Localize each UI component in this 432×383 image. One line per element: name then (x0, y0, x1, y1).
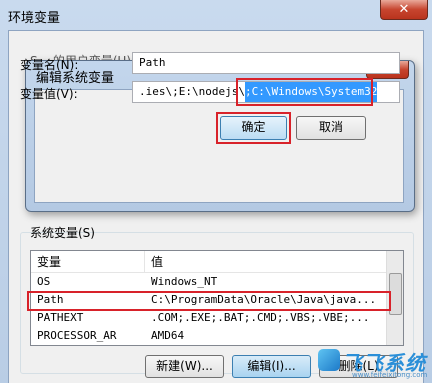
cancel-button[interactable]: 取消 (296, 116, 366, 140)
variable-value-label: 变量值(V): (20, 87, 78, 101)
row-variable-name: PATHEXT (37, 311, 84, 324)
column-header-variable[interactable]: 变量 (31, 251, 145, 273)
window-close-button[interactable]: ✕ (380, 0, 428, 20)
watermark-logo-icon (318, 349, 340, 371)
row-variable-name: OS (37, 275, 51, 288)
row-variable-value: Windows_NT (151, 275, 218, 288)
table-row[interactable]: PROCESSOR_AR AMD64 (31, 327, 388, 345)
edit-variable-button[interactable]: 编辑(I)... (232, 355, 311, 378)
new-variable-button[interactable]: 新建(W)... (145, 355, 224, 378)
value-text: .ies\;E:\nodejs\ (139, 85, 245, 98)
ok-highlight-box (216, 112, 291, 144)
selection-highlight-box (236, 78, 373, 106)
row-variable-value: AMD64 (151, 329, 185, 342)
row-variable-value: .COM;.EXE;.BAT;.CMD;.VBS;.VBE;... (151, 311, 370, 324)
row-variable-name: PROCESSOR_AR (37, 329, 117, 342)
watermark: 飞飞系统 www.feifeixitong.com (318, 347, 428, 381)
window-title: 环境变量 (8, 11, 61, 26)
column-header-value[interactable]: 值 (145, 251, 390, 273)
system-variables-label: 系统变量(S) (30, 226, 95, 240)
table-row[interactable]: PATHEXT .COM;.EXE;.BAT;.CMD;.VBS;.VBE;..… (31, 309, 388, 327)
variable-name-input[interactable]: Path (132, 52, 400, 74)
dialog-client-area (34, 89, 404, 203)
window-titlebar[interactable]: 环境变量 ✕ (0, 0, 432, 30)
close-icon: ✕ (398, 2, 410, 17)
path-row-highlight-box (27, 291, 391, 311)
watermark-url: www.feifeixitong.com (352, 371, 428, 379)
table-row[interactable]: OS Windows_NT (31, 273, 388, 291)
variable-name-label: 变量名(N): (20, 58, 79, 72)
